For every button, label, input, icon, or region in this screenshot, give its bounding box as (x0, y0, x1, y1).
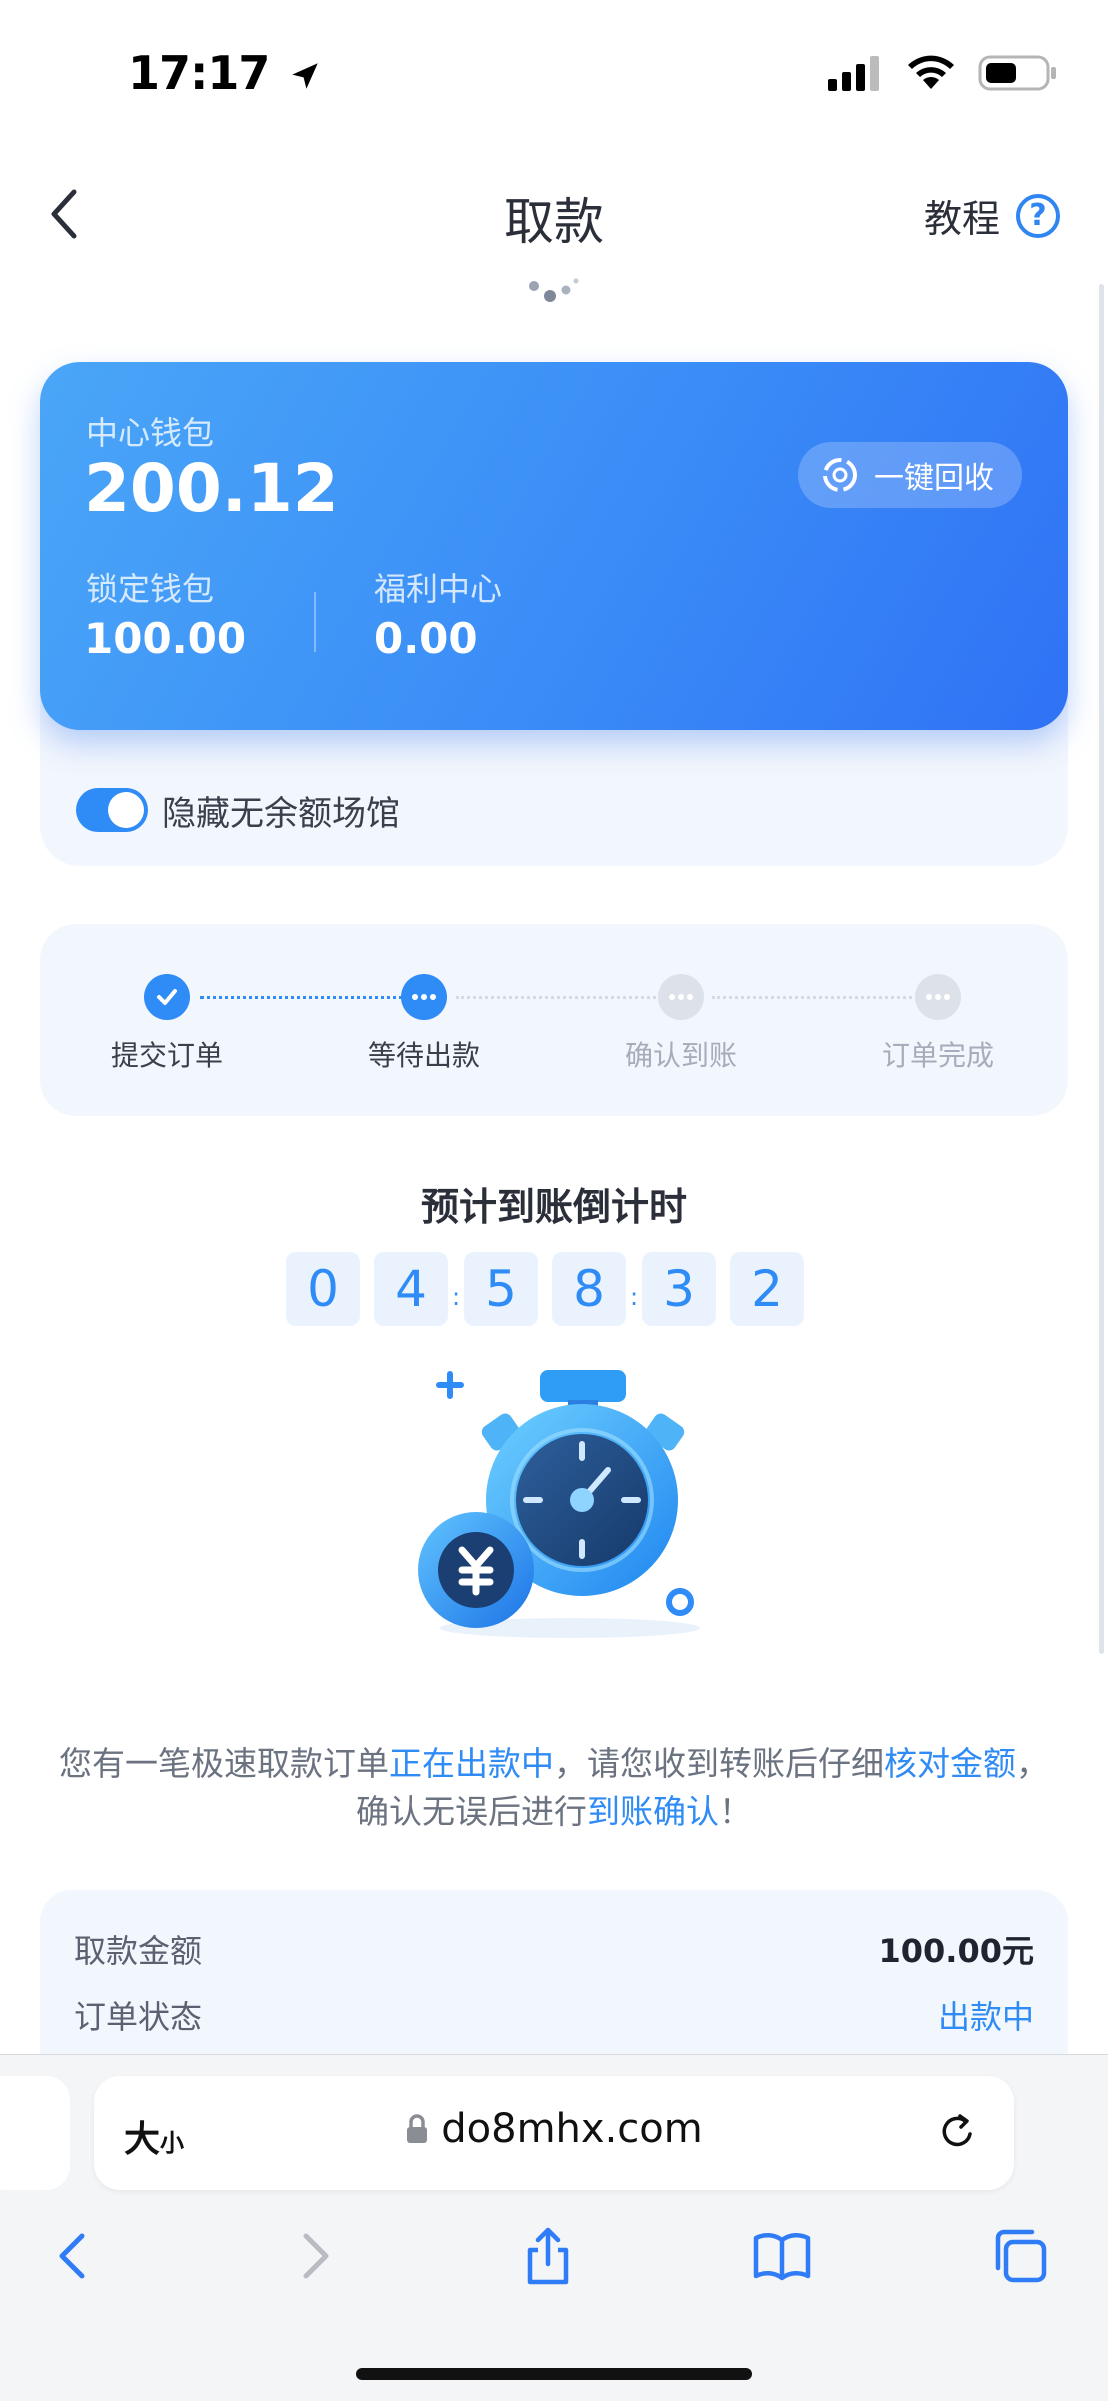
step-label: 等待出款 (367, 1039, 480, 1072)
wallet-card: 中心钱包 200.12 一键回收 锁定钱包 100.00 福利中心 0.00 (40, 362, 1068, 730)
countdown-separator: : (629, 1283, 639, 1311)
more-dots-icon (401, 974, 447, 1020)
notice-line-1: 您有一笔极速取款订单正在出款中，请您收到转账后仔细核对金额， (0, 1740, 1108, 1788)
countdown-digit: 4 (374, 1252, 448, 1326)
step-label: 订单完成 (881, 1039, 994, 1072)
center-wallet-label: 中心钱包 (86, 414, 215, 452)
battery-icon (978, 55, 1056, 91)
step-order-complete: 订单完成 (848, 974, 1028, 1074)
reload-icon[interactable] (936, 2110, 980, 2154)
notice-line-2: 确认无误后进行到账确认！ (0, 1788, 1108, 1836)
notice-text: ！ (719, 1792, 752, 1831)
status-time: 17:17 (128, 46, 322, 100)
toggle-knob (108, 792, 144, 828)
payout-notice: 您有一笔极速取款订单正在出款中，请您收到转账后仔细核对金额， 确认无误后进行到账… (0, 1740, 1108, 1836)
page-scrollbar[interactable] (1099, 284, 1104, 1654)
previous-tab-preview[interactable] (0, 2076, 70, 2190)
wifi-icon (908, 55, 954, 89)
share-icon[interactable] (518, 2226, 578, 2286)
withdraw-amount-label: 取款金额 (74, 1932, 203, 1970)
locked-wallet-balance: 100.00 (84, 614, 247, 663)
bookmarks-icon[interactable] (752, 2226, 812, 2286)
locked-wallet-label: 锁定钱包 (86, 570, 215, 608)
recycle-all-label: 一键回收 (874, 461, 994, 496)
countdown-digit: 0 (286, 1252, 360, 1326)
cellular-signal-icon (828, 56, 879, 91)
countdown-digit: 8 (552, 1252, 626, 1326)
countdown-digit: 5 (464, 1252, 538, 1326)
order-progress-steps: 提交订单 等待出款 确认到账 订单完成 (40, 924, 1068, 1116)
recycle-all-button[interactable]: 一键回收 (798, 442, 1022, 508)
order-status-value: 出款中 (937, 1998, 1034, 2036)
more-dots-icon (915, 974, 961, 1020)
notice-highlight-confirm-receipt: 到账确认 (587, 1792, 719, 1831)
stopwatch-coin-illustration-icon (418, 1370, 700, 1638)
center-wallet-balance: 200.12 (84, 450, 339, 527)
notice-text: ，请您收到转账后仔细 (554, 1744, 884, 1783)
lock-icon (407, 2114, 428, 2143)
countdown-digit: 3 (642, 1252, 716, 1326)
notice-text: 您有一笔极速取款订单 (59, 1744, 389, 1783)
browser-forward-icon[interactable] (284, 2226, 344, 2286)
location-arrow-icon (292, 63, 319, 89)
order-status-label: 订单状态 (74, 1998, 203, 2036)
help-icon[interactable]: ? (1016, 193, 1060, 238)
step-label: 确认到账 (624, 1039, 737, 1072)
step-submit-order: 提交订单 (77, 974, 257, 1074)
hide-empty-venues-toggle[interactable] (76, 788, 148, 832)
countdown-title: 预计到账倒计时 (420, 1185, 687, 1229)
hide-empty-venues-label: 隐藏无余额场馆 (162, 794, 400, 834)
notice-text: 确认无误后进行 (356, 1792, 587, 1831)
loading-spinner-icon (529, 278, 579, 302)
address-bar[interactable]: 大小 do8mhx.com (94, 2076, 1014, 2190)
step-confirm-receipt: 确认到账 (591, 974, 771, 1074)
browser-back-icon[interactable] (44, 2226, 104, 2286)
notice-highlight-paying: 正在出款中 (389, 1744, 554, 1783)
check-icon (144, 974, 190, 1020)
status-icons (828, 54, 1058, 92)
tabs-icon[interactable] (990, 2226, 1050, 2286)
home-indicator[interactable] (356, 2368, 752, 2380)
step-label: 提交订单 (110, 1039, 223, 1072)
countdown-timer: 0 4 : 5 8 : 3 2 (286, 1252, 804, 1326)
detail-row-status: 订单状态 出款中 (74, 1992, 1034, 2038)
step-awaiting-payout: 等待出款 (334, 974, 514, 1074)
withdraw-amount-value: 100.00元 (878, 1932, 1035, 1970)
url-text: do8mhx.com (441, 2106, 703, 2152)
recycle-icon (823, 458, 857, 492)
more-dots-icon (658, 974, 704, 1020)
url-display[interactable]: do8mhx.com (94, 2106, 1014, 2152)
notice-highlight-verify-amount: 核对金额 (884, 1744, 1016, 1783)
countdown-separator: : (451, 1283, 461, 1311)
countdown-digit: 2 (730, 1252, 804, 1326)
welfare-center-label: 福利中心 (374, 570, 503, 608)
tutorial-label: 教程 (923, 197, 1000, 241)
tutorial-link[interactable]: 教程 ? (924, 188, 1060, 243)
wallet-divider (314, 592, 316, 652)
detail-row-amount: 取款金额 100.00元 (74, 1926, 1034, 1972)
notice-text: ， (1016, 1744, 1049, 1783)
welfare-center-balance: 0.00 (374, 614, 478, 663)
